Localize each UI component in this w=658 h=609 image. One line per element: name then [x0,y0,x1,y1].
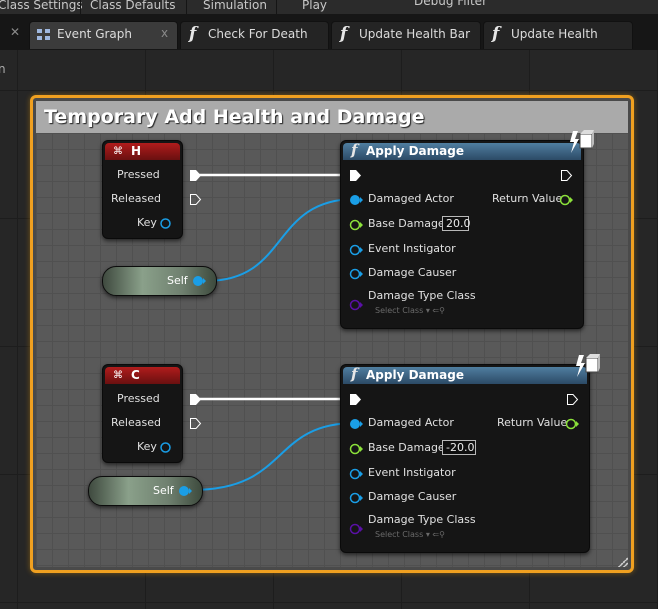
exec-pin-filled-icon[interactable] [190,170,202,182]
event-instigator-pin-label: Event Instigator [368,242,456,255]
released-pin-label: Released [111,416,161,429]
self-reference-node[interactable]: Self [102,266,217,296]
node-header: ⌘ C [105,367,180,384]
self-reference-node[interactable]: Self [88,476,203,506]
float-pin-icon[interactable] [349,443,364,455]
object-pin-icon[interactable] [350,418,364,430]
node-header: f Apply Damage [343,141,581,160]
object-pin-icon[interactable] [349,468,364,480]
keyboard-icon: ⌘ [113,370,123,381]
self-label: Self [167,274,188,287]
node-title: H [131,144,142,158]
float-pin-icon[interactable] [565,418,580,430]
float-pin-icon[interactable] [349,219,364,231]
return-value-pin-label: Return Value [497,416,568,429]
node-header: ⌘ H [105,143,180,160]
released-pin-label: Released [111,192,161,205]
node-title: C [131,368,140,382]
select-class-label: Select Class [375,306,424,315]
exec-out-pin-icon[interactable] [561,170,573,182]
damaged-actor-pin-label: Damaged Actor [368,416,454,429]
object-pin-icon[interactable] [350,194,364,206]
apply-damage-node[interactable]: f Apply Damage Damaged Actor Return Valu… [340,354,600,553]
apply-damage-node[interactable]: f Apply Damage Damaged Actor Return Valu… [340,130,594,329]
select-class-label: Select Class [375,530,424,539]
damage-causer-pin-label: Damage Causer [368,266,457,279]
damage-type-class-pin-label: Damage Type Class [368,513,476,526]
base-damage-pin-label: Base Damage [368,441,445,454]
class-pin-icon[interactable] [349,299,364,311]
browse-search-icon[interactable]: ⚲ [439,530,445,539]
key-struct-pin-icon[interactable] [160,442,172,454]
function-icon: f [351,365,358,383]
float-pin-icon[interactable] [559,194,574,206]
key-h-event-node[interactable]: ⌘ H Pressed Released Key [102,140,202,239]
object-pin-icon[interactable] [349,492,364,504]
latent-network-icon [576,354,600,377]
key-pin-label: Key [137,440,157,453]
base-damage-input[interactable]: -20.0 [442,440,476,455]
exec-out-pin-icon[interactable] [567,394,579,406]
self-label: Self [153,484,174,497]
object-pin-icon[interactable] [193,275,207,287]
latent-network-icon [570,130,594,153]
key-struct-pin-icon[interactable] [160,218,172,230]
exec-pin-empty-icon[interactable] [190,194,202,206]
select-class-dropdown[interactable]: Select Class ▾ ⇐⚲ [375,306,445,315]
object-wire [205,198,357,282]
exec-in-pin-icon[interactable] [350,394,362,406]
exec-pin-filled-icon[interactable] [190,394,202,406]
base-damage-pin-label: Base Damage [368,217,445,230]
function-icon: f [351,141,358,159]
damaged-actor-pin-label: Damaged Actor [368,192,454,205]
object-pin-icon[interactable] [349,268,364,280]
return-value-pin-label: Return Value [492,192,563,205]
pressed-pin-label: Pressed [117,168,160,181]
object-wire [191,422,357,491]
class-pin-icon[interactable] [349,523,364,535]
select-class-dropdown[interactable]: Select Class ▾ ⇐⚲ [375,530,445,539]
exec-in-pin-icon[interactable] [350,170,362,182]
node-title: Apply Damage [366,144,464,158]
object-pin-icon[interactable] [349,244,364,256]
browse-search-icon[interactable]: ⚲ [439,306,445,315]
exec-pin-empty-icon[interactable] [190,418,202,430]
key-c-event-node[interactable]: ⌘ C Pressed Released Key [102,364,202,463]
damage-type-class-pin-label: Damage Type Class [368,289,476,302]
base-damage-input[interactable]: 20.0 [442,216,471,231]
keyboard-icon: ⌘ [113,146,123,157]
key-pin-label: Key [137,216,157,229]
event-instigator-pin-label: Event Instigator [368,466,456,479]
object-pin-icon[interactable] [179,485,193,497]
node-title: Apply Damage [366,368,464,382]
pressed-pin-label: Pressed [117,392,160,405]
node-header: f Apply Damage [343,365,587,384]
damage-causer-pin-label: Damage Causer [368,490,457,503]
